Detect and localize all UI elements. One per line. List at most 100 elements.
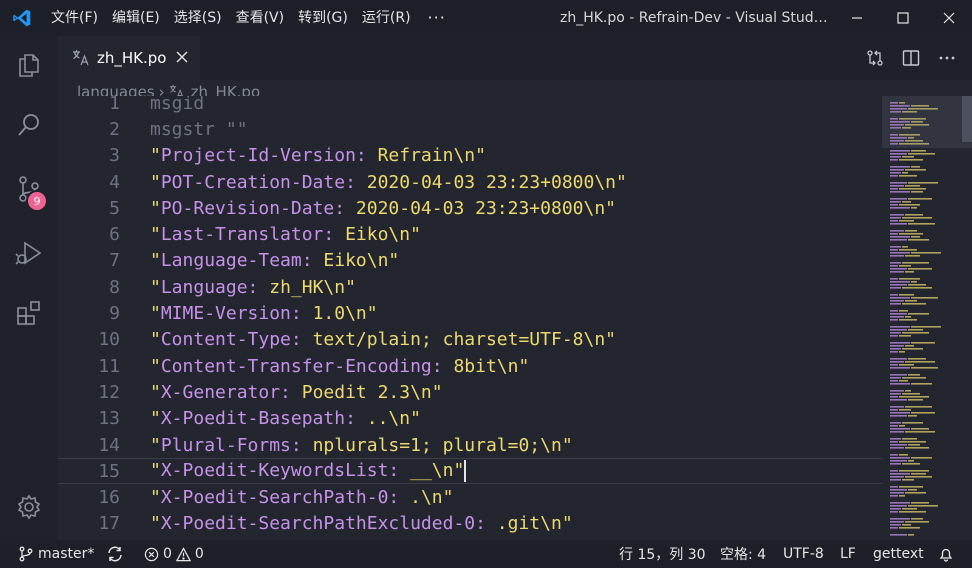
minimap-line (890, 284, 907, 286)
minimap-line (899, 265, 911, 267)
search-button[interactable] (0, 96, 58, 154)
language-mode[interactable]: gettext (873, 546, 924, 562)
split-editor-icon[interactable] (902, 49, 920, 67)
minimap-line (890, 268, 907, 270)
problems-status[interactable]: 0 0 (144, 546, 204, 562)
minimap-line (890, 377, 901, 379)
maximize-icon (897, 12, 909, 24)
maximize-button[interactable] (880, 0, 926, 36)
cursor-position[interactable]: 行 15，列 30 (619, 544, 706, 564)
menu-view[interactable]: 查看(V) (229, 0, 292, 36)
code-line[interactable]: 14 "Plural-Forms: nplurals=1; plural=0;\n… (58, 432, 882, 458)
menu-edit[interactable]: 编辑(E) (105, 0, 167, 36)
minimize-button[interactable] (834, 0, 880, 36)
minimap-line (890, 367, 910, 369)
code-line[interactable]: 6 "Last-Translator: Eiko\n" (58, 222, 882, 248)
code-line[interactable]: 13 "X-Poedit-Basepath: ..\n" (58, 406, 882, 432)
minimap-line (905, 447, 929, 449)
branch-status[interactable]: master* (18, 546, 94, 562)
menu-more-button[interactable]: ··· (418, 0, 456, 36)
minimap-line (890, 495, 898, 497)
minimap-line (911, 326, 941, 328)
line-number: 15 (98, 460, 120, 482)
minimap-line (905, 169, 926, 171)
open-changes-icon[interactable] (866, 49, 884, 67)
vertical-scrollbar[interactable] (962, 96, 972, 142)
minimap-line (890, 508, 901, 510)
code-line[interactable]: 4 "POT-Creation-Date: 2020-04-03 23:23+08… (58, 169, 882, 195)
minimap-line (908, 358, 926, 360)
minimap-line (911, 236, 920, 238)
tab-bar: zh_HK.po (58, 36, 972, 80)
scm-badge: 9 (26, 190, 48, 212)
code-editor[interactable]: 1 msgid 2 msgstr "" 3 "Project-Id-Version: Re… (58, 96, 882, 540)
minimap-line (899, 396, 929, 398)
more-actions-icon[interactable] (938, 49, 956, 67)
close-icon[interactable] (174, 49, 190, 65)
minimap-line (899, 425, 905, 427)
minimap-line (908, 153, 935, 155)
minimap-line (902, 262, 929, 264)
minimap-line (890, 201, 901, 203)
run-debug-button[interactable] (0, 224, 58, 282)
text-cursor (464, 460, 467, 483)
code-line[interactable]: 17 "X-Poedit-SearchPathExcluded-0: .git\n… (58, 511, 882, 537)
minimap-viewport[interactable] (882, 96, 972, 148)
sync-button[interactable] (106, 545, 124, 563)
files-icon (19, 54, 39, 77)
minimap-line (905, 345, 914, 347)
eol-status[interactable]: LF (840, 546, 856, 562)
extensions-button[interactable] (0, 284, 58, 342)
minimap-line (899, 527, 920, 529)
code-line[interactable]: 7 "Language-Team: Eiko\n" (58, 248, 882, 274)
notifications-button[interactable] (938, 546, 954, 562)
minimap-line (890, 329, 907, 331)
menu-file[interactable]: 文件(F) (44, 0, 105, 36)
indentation-status[interactable]: 空格: 4 (720, 544, 766, 564)
minimap-line (902, 438, 917, 440)
menu-selection[interactable]: 选择(S) (167, 0, 229, 36)
minimap-line (899, 278, 920, 280)
code-text: msgstr "" (150, 118, 248, 140)
minimap-line (890, 406, 904, 408)
minimap-line (905, 316, 911, 318)
manage-button[interactable] (0, 478, 58, 536)
code-line[interactable]: 16 "X-Poedit-SearchPath-0: .\n" (58, 485, 882, 511)
menu-run[interactable]: 运行(R) (355, 0, 418, 36)
editor-actions (866, 36, 956, 80)
minimap[interactable] (882, 96, 972, 540)
line-number: 6 (109, 224, 120, 246)
minimap-line (890, 169, 904, 171)
code-line[interactable]: 12 "X-Generator: Poedit 2.3\n" (58, 379, 882, 405)
code-line[interactable]: 5 "PO-Revision-Date: 2020-04-03 23:23+080… (58, 195, 882, 221)
minimap-line (911, 457, 932, 459)
code-line[interactable]: 8 "Language: zh_HK\n" (58, 274, 882, 300)
close-window-button[interactable] (926, 0, 972, 36)
minimap-line (890, 486, 898, 488)
minimap-line (911, 502, 929, 504)
minimap-line (905, 361, 935, 363)
minimap-line (890, 236, 910, 238)
minimap-line (902, 332, 929, 334)
code-line[interactable]: 15 "X-Poedit-KeywordsList: __\n" (58, 458, 882, 485)
encoding-status[interactable]: UTF-8 (783, 546, 824, 562)
search-icon (18, 114, 39, 136)
code-line[interactable]: 3 "Project-Id-Version: Refrain\n" (58, 143, 882, 169)
code-line[interactable]: 9 "MIME-Version: 1.0\n" (58, 300, 882, 326)
minimap-line (890, 313, 907, 315)
gear-icon (17, 494, 41, 520)
code-line[interactable]: 1 msgid (58, 96, 882, 116)
minimap-line (899, 495, 905, 497)
minimap-line (902, 524, 911, 526)
minimap-line (911, 281, 917, 283)
menu-go[interactable]: 转到(G) (291, 0, 355, 36)
minimap-line (908, 460, 914, 462)
code-line[interactable]: 2 msgstr "" (58, 116, 882, 142)
code-line[interactable]: 10 "Content-Type: text/plain; charset=UTF… (58, 327, 882, 353)
tab-zh-hk-po[interactable]: zh_HK.po (58, 36, 200, 80)
explorer-button[interactable] (0, 36, 58, 94)
code-line[interactable]: 11 "Content-Transfer-Encoding: 8bit\n" (58, 353, 882, 379)
minimap-line (890, 479, 901, 481)
minimap-line (890, 300, 904, 302)
status-bar: master* 0 0 行 15，列 30 空格: 4 UTF-8 LF get… (0, 540, 972, 568)
